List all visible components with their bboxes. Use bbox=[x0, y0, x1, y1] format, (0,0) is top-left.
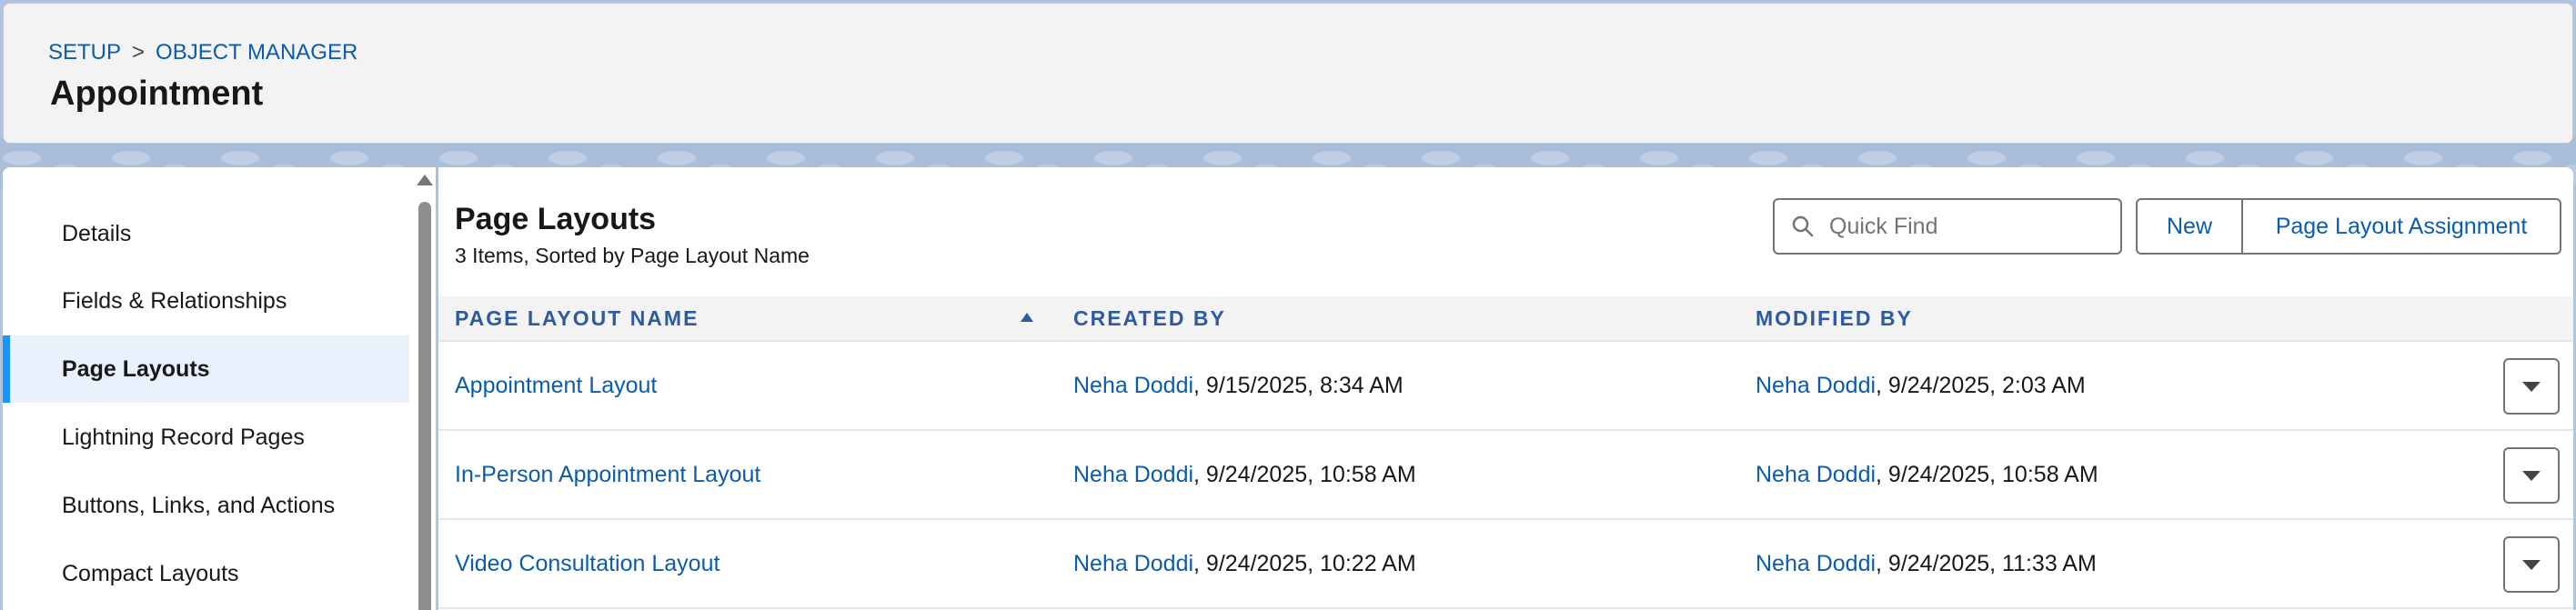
modified-date: , 9/24/2025, 11:33 AM bbox=[1876, 550, 2097, 576]
modified-by-user-link[interactable]: Neha Doddi bbox=[1756, 462, 1876, 488]
created-date: , 9/15/2025, 8:34 AM bbox=[1193, 372, 1404, 398]
page-layout-assignment-button[interactable]: Page Layout Assignment bbox=[2243, 198, 2561, 255]
modified-date: , 9/24/2025, 2:03 AM bbox=[1876, 372, 2086, 398]
page-layouts-panel: Page Layouts 3 Items, Sorted by Page Lay… bbox=[438, 167, 2573, 610]
sidebar-item-compact-layouts[interactable]: Compact Layouts bbox=[3, 540, 409, 607]
sidebar-item-label: Compact Layouts bbox=[62, 560, 239, 586]
sidebar-item-label: Page Layouts bbox=[62, 355, 210, 382]
quick-find-search[interactable] bbox=[1773, 198, 2122, 255]
object-header: SETUP > OBJECT MANAGER Appointment bbox=[3, 3, 2573, 144]
sidebar-item-page-layouts[interactable]: Page Layouts bbox=[3, 335, 409, 403]
sidebar: Details Fields & Relationships Page Layo… bbox=[3, 167, 412, 610]
page-title: Appointment bbox=[50, 75, 264, 113]
row-actions-button[interactable] bbox=[2503, 358, 2560, 415]
created-by-user-link[interactable]: Neha Doddi bbox=[1073, 551, 1193, 577]
page-layout-link[interactable]: In-Person Appointment Layout bbox=[455, 462, 760, 488]
table-row: In-Person Appointment Layout Neha Doddi … bbox=[438, 431, 2573, 520]
breadcrumb-separator: > bbox=[132, 40, 146, 65]
header-button-group: New Page Layout Assignment bbox=[2136, 198, 2561, 255]
table-row: Video Consultation Layout Neha Doddi , 9… bbox=[438, 520, 2573, 609]
section-title: Page Layouts bbox=[455, 202, 657, 236]
chevron-down-icon bbox=[2522, 559, 2541, 570]
created-date: , 9/24/2025, 10:58 AM bbox=[1193, 461, 1416, 487]
column-header-created-by[interactable]: CREATED BY bbox=[1073, 296, 1226, 340]
modified-date: , 9/24/2025, 10:58 AM bbox=[1876, 461, 2098, 487]
sort-ascending-icon[interactable] bbox=[1021, 313, 1033, 322]
breadcrumb-setup[interactable]: SETUP bbox=[48, 40, 121, 65]
column-header-page-layout-name[interactable]: PAGE LAYOUT NAME bbox=[455, 296, 699, 340]
breadcrumb-object-manager[interactable]: OBJECT MANAGER bbox=[156, 40, 357, 65]
sidebar-item-label: Details bbox=[62, 220, 132, 246]
page-layout-link[interactable]: Appointment Layout bbox=[455, 373, 657, 399]
chevron-down-icon bbox=[2522, 470, 2541, 481]
created-date: , 9/24/2025, 10:22 AM bbox=[1193, 550, 1416, 576]
search-icon bbox=[1792, 215, 1814, 237]
modified-by-user-link[interactable]: Neha Doddi bbox=[1756, 551, 1876, 577]
sidebar-item-label: Fields & Relationships bbox=[62, 287, 287, 314]
section-subtitle: 3 Items, Sorted by Page Layout Name bbox=[455, 244, 810, 267]
sidebar-item-lightning-record-pages[interactable]: Lightning Record Pages bbox=[3, 404, 409, 471]
column-header-modified-by[interactable]: MODIFIED BY bbox=[1756, 296, 1913, 340]
sidebar-item-label: Lightning Record Pages bbox=[62, 424, 305, 450]
sidebar-item-label: Buttons, Links, and Actions bbox=[62, 492, 336, 518]
scrollbar-thumb[interactable] bbox=[418, 202, 431, 610]
row-actions-button[interactable] bbox=[2503, 536, 2560, 593]
table-header: PAGE LAYOUT NAME CREATED BY MODIFIED BY bbox=[438, 296, 2573, 342]
created-by-user-link[interactable]: Neha Doddi bbox=[1073, 462, 1193, 488]
sidebar-item-fields-relationships[interactable]: Fields & Relationships bbox=[3, 267, 409, 335]
row-actions-button[interactable] bbox=[2503, 447, 2560, 504]
modified-by-user-link[interactable]: Neha Doddi bbox=[1756, 373, 1876, 399]
scroll-up-arrow-icon[interactable] bbox=[417, 175, 433, 185]
breadcrumb: SETUP > OBJECT MANAGER bbox=[48, 40, 357, 65]
new-button[interactable]: New bbox=[2136, 198, 2243, 255]
sidebar-item-buttons-links-actions[interactable]: Buttons, Links, and Actions bbox=[3, 472, 409, 539]
chevron-down-icon bbox=[2522, 381, 2541, 392]
quick-find-input[interactable] bbox=[1827, 212, 2104, 241]
created-by-user-link[interactable]: Neha Doddi bbox=[1073, 373, 1193, 399]
page-layout-link[interactable]: Video Consultation Layout bbox=[455, 551, 719, 577]
sidebar-item-details[interactable]: Details bbox=[3, 200, 409, 267]
table-row: Appointment Layout Neha Doddi , 9/15/202… bbox=[438, 342, 2573, 431]
